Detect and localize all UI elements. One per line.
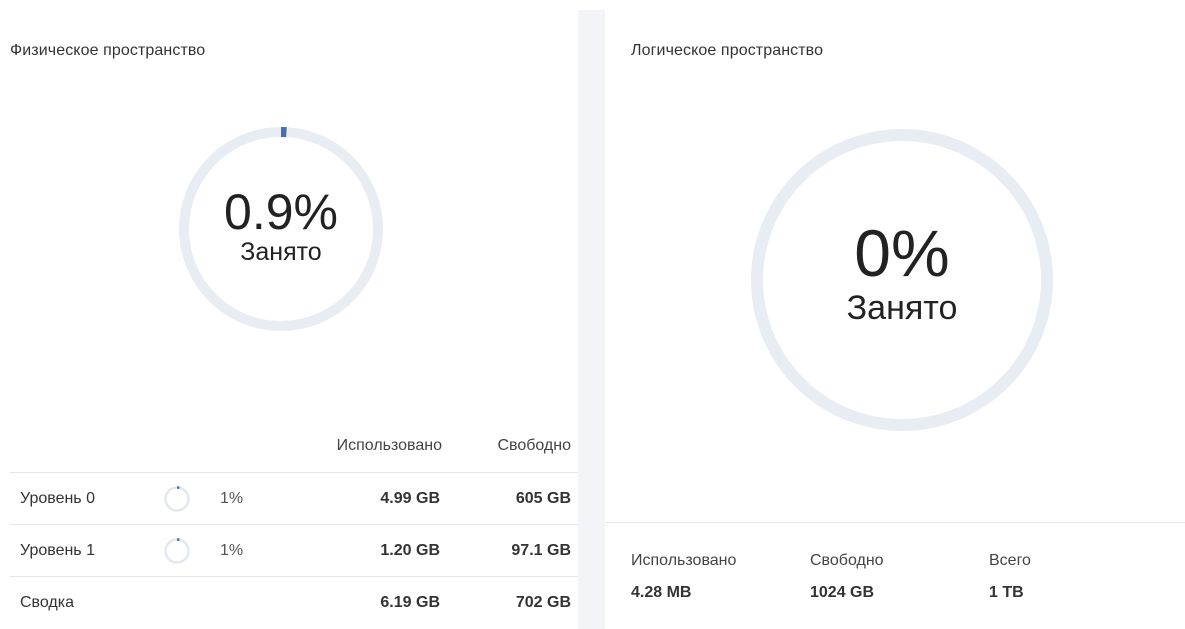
tier-percent: 1%	[220, 490, 244, 507]
tiers-table-header: Использовано Свободно	[10, 425, 578, 473]
tier-used-value: 1.20 GB	[380, 542, 440, 559]
column-free-header: Свободно	[497, 437, 571, 454]
summary-row: Сводка 6.19 GB 702 GB	[10, 577, 578, 628]
summary-name: Сводка	[20, 594, 75, 611]
tier-free-value: 97.1 GB	[511, 542, 571, 559]
tier-name: Уровень 0	[20, 490, 95, 507]
physical-space-title: Физическое пространство	[10, 42, 206, 59]
summary-used-value: 6.19 GB	[380, 594, 440, 611]
logical-free-stat: Свободно 1024 GB	[810, 552, 884, 602]
physical-space-panel: Физическое пространство 0.9% Занято Испо…	[0, 0, 578, 629]
logical-free-stat-value: 1024 GB	[810, 584, 875, 601]
tier-row-0: Уровень 0 1% 4.99 GB 605 GB	[10, 473, 578, 525]
panel-divider	[578, 10, 605, 629]
logical-free-stat-label: Свободно	[810, 552, 884, 569]
logical-used-stat-label: Использовано	[631, 552, 737, 569]
tier-row-1: Уровень 1 1% 1.20 GB 97.1 GB	[10, 525, 578, 577]
tiers-table: Использовано Свободно Уровень 0 1% 4.99 …	[10, 425, 578, 628]
logical-used-percent: 0%	[854, 216, 950, 290]
logical-used-stat-value: 4.28 MB	[631, 584, 692, 601]
tier-name: Уровень 1	[20, 542, 95, 559]
tier-used-value: 4.99 GB	[380, 490, 440, 507]
physical-usage-donut: 0.9% Занято	[176, 124, 386, 334]
logical-used-stat: Использовано 4.28 MB	[631, 552, 736, 602]
tier-usage-mini-donut	[164, 538, 190, 564]
tier-mini-track	[164, 538, 190, 564]
column-used-header: Использовано	[336, 437, 442, 454]
logical-total-stat-label: Всего	[989, 552, 1031, 569]
logical-space-panel: Логическое пространство 0% Занято Исполь…	[605, 0, 1185, 629]
logical-stats-separator	[605, 522, 1185, 523]
physical-donut-center: 0.9% Занято	[176, 124, 386, 334]
summary-free-value: 702 GB	[515, 594, 571, 611]
logical-space-title: Логическое пространство	[631, 42, 824, 59]
tier-usage-mini-donut	[164, 486, 190, 512]
tier-free-value: 605 GB	[515, 490, 571, 507]
logical-usage-donut: 0% Занято	[747, 125, 1057, 435]
logical-donut-center: 0% Занято	[747, 125, 1057, 435]
physical-used-label: Занято	[240, 238, 322, 266]
logical-used-label: Занято	[846, 289, 958, 327]
logical-total-stat-value: 1 TB	[989, 584, 1024, 601]
tier-percent: 1%	[220, 542, 244, 559]
logical-total-stat: Всего 1 TB	[989, 552, 1031, 602]
tier-mini-track	[164, 486, 190, 512]
physical-used-percent: 0.9%	[224, 184, 338, 240]
storage-space-page: Физическое пространство 0.9% Занято Испо…	[0, 0, 1185, 629]
